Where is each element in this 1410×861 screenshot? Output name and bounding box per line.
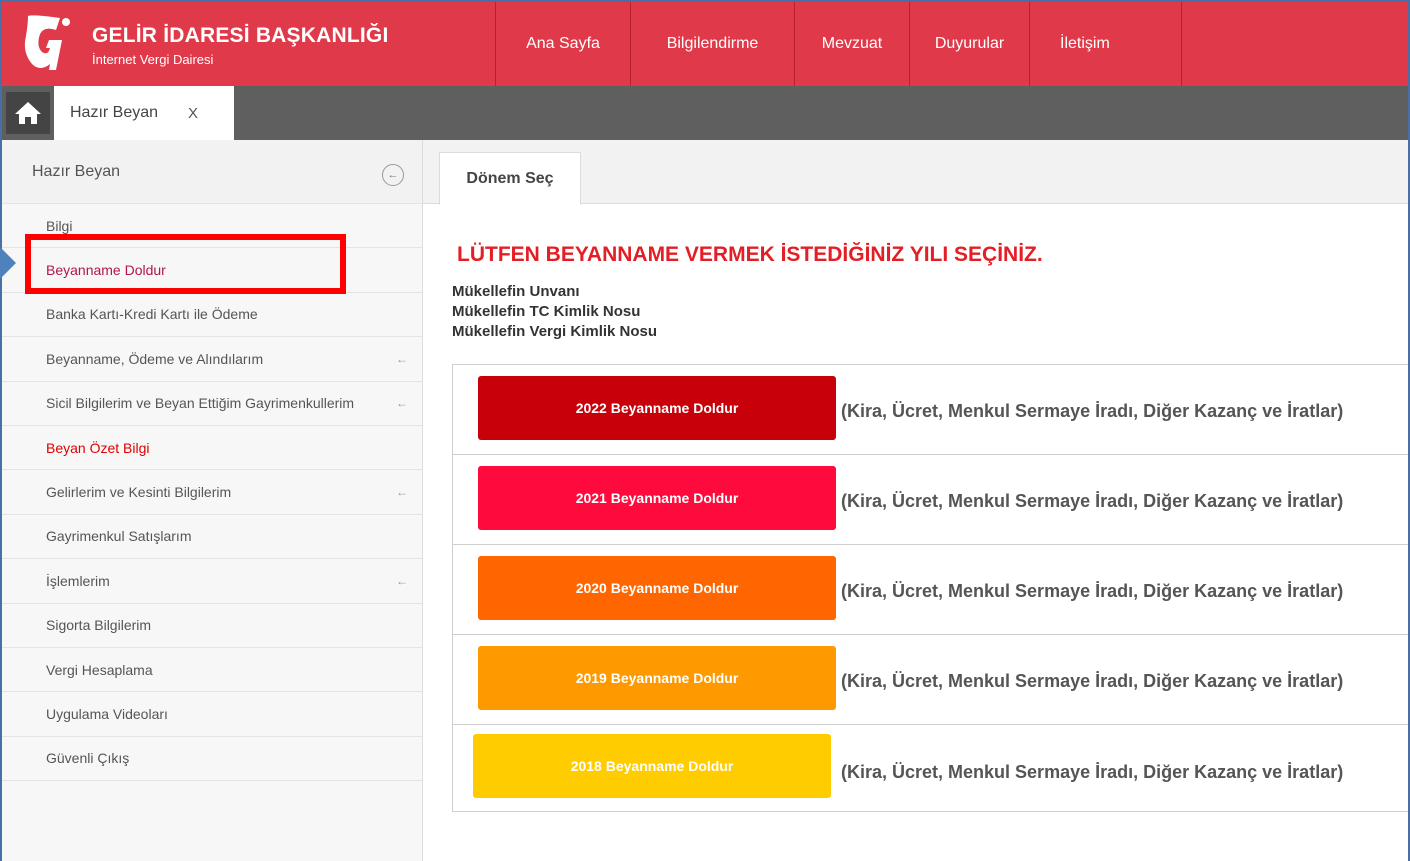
year-description: (Kira, Ücret, Menkul Sermaye İradı, Diğe… [841, 491, 1344, 511]
year-selection-table: 2022 Beyanname Doldur (Kira, Ücret, Menk… [452, 364, 1408, 812]
brand-title: GELİR İDARESİ BAŞKANLIĞI [92, 24, 389, 47]
brand-subtitle: İnternet Vergi Dairesi [92, 52, 214, 67]
year-2020-button[interactable]: 2020 Beyanname Doldur [478, 556, 836, 620]
sidebar-menu: Bilgi Beyanname Doldur Banka Kartı-Kredi… [2, 204, 422, 782]
sidebar-item-sicil[interactable]: Sicil Bilgilerim ve Beyan Ettiğim Gayrim… [2, 382, 422, 426]
year-description: (Kira, Ücret, Menkul Sermaye İradı, Diğe… [841, 762, 1344, 782]
year-2019-button[interactable]: 2019 Beyanname Doldur [478, 646, 836, 710]
tab-label: Hazır Beyan [70, 104, 159, 121]
home-icon [15, 102, 41, 124]
info-unvan: Mükellefin Unvanı [452, 283, 580, 300]
nav-ana-sayfa[interactable]: Ana Sayfa [495, 2, 630, 86]
nav-mevzuat[interactable]: Mevzuat [794, 2, 909, 86]
sidebar-item-alindilarim[interactable]: Beyanname, Ödeme ve Alındılarım ← [2, 337, 422, 382]
gib-logo-icon[interactable] [22, 12, 72, 74]
table-row: 2021 Beyanname Doldur (Kira, Ücret, Menk… [453, 455, 1408, 545]
top-nav: Ana Sayfa Bilgilendirme Mevzuat Duyurula… [495, 2, 1182, 86]
info-vkn: Mükellefin Vergi Kimlik Nosu [452, 323, 658, 340]
year-description: (Kira, Ücret, Menkul Sermaye İradı, Diğe… [841, 671, 1344, 691]
sidebar-item-islemlerim[interactable]: İşlemlerim ← [2, 559, 422, 604]
arrow-left-icon: ← [396, 573, 408, 588]
main-tabbar: Dönem Seç [423, 140, 1408, 205]
arrow-left-icon: ← [396, 396, 408, 411]
year-description: (Kira, Ücret, Menkul Sermaye İradı, Diğe… [841, 401, 1344, 421]
main-content: Dönem Seç LÜTFEN BEYANNAME VERMEK İSTEDİ… [423, 140, 1408, 861]
sidebar-item-sigorta[interactable]: Sigorta Bilgilerim [2, 604, 422, 648]
nav-bilgilendirme[interactable]: Bilgilendirme [630, 2, 794, 86]
sidebar-item-vergi-hesaplama[interactable]: Vergi Hesaplama [2, 648, 422, 693]
sidebar-header: Hazır Beyan ← [2, 140, 422, 204]
arrow-left-icon: ← [396, 485, 408, 500]
table-row: 2022 Beyanname Doldur (Kira, Ücret, Menk… [453, 365, 1408, 455]
sidebar-item-gayrimenkul[interactable]: Gayrimenkul Satışlarım [2, 515, 422, 560]
sidebar-item-bilgi[interactable]: Bilgi [2, 204, 422, 249]
info-tc: Mükellefin TC Kimlik Nosu [452, 303, 641, 320]
sidebar-item-videolar[interactable]: Uygulama Videoları [2, 692, 422, 737]
top-header: GELİR İDARESİ BAŞKANLIĞI İnternet Vergi … [2, 0, 1408, 86]
tab-strip: Hazır Beyan X [2, 86, 1408, 140]
nav-duyurular[interactable]: Duyurular [909, 2, 1029, 86]
year-2018-button[interactable]: 2018 Beyanname Doldur [473, 734, 831, 798]
home-button[interactable] [6, 92, 50, 134]
year-description: (Kira, Ücret, Menkul Sermaye İradı, Diğe… [841, 581, 1344, 601]
sidebar-item-odeme[interactable]: Banka Kartı-Kredi Kartı ile Ödeme [2, 293, 422, 338]
collapse-sidebar-icon[interactable]: ← [382, 164, 404, 186]
tab-hazir-beyan[interactable]: Hazır Beyan X [54, 86, 234, 140]
arrow-left-icon: ← [396, 351, 408, 366]
tab-donem-sec[interactable]: Dönem Seç [439, 152, 581, 205]
year-2021-button[interactable]: 2021 Beyanname Doldur [478, 466, 836, 530]
sidebar: Hazır Beyan ← Bilgi Beyanname Doldur Ban… [2, 140, 423, 861]
table-row: 2018 Beyanname Doldur (Kira, Ücret, Menk… [453, 725, 1408, 811]
close-tab-button[interactable]: X [188, 105, 198, 122]
sidebar-item-beyanname-doldur[interactable]: Beyanname Doldur [2, 248, 422, 293]
table-row: 2019 Beyanname Doldur (Kira, Ücret, Menk… [453, 635, 1408, 725]
sidebar-item-guvenli-cikis[interactable]: Güvenli Çıkış [2, 737, 422, 782]
sidebar-title: Hazır Beyan [32, 162, 121, 180]
year-2022-button[interactable]: 2022 Beyanname Doldur [478, 376, 836, 440]
sidebar-item-beyan-ozet[interactable]: Beyan Özet Bilgi [2, 426, 422, 471]
page-heading: LÜTFEN BEYANNAME VERMEK İSTEDİĞİNİZ YILI… [457, 243, 1043, 266]
nav-iletisim[interactable]: İletişim [1029, 2, 1182, 86]
sidebar-item-gelirlerim[interactable]: Gelirlerim ve Kesinti Bilgilerim ← [2, 470, 422, 515]
table-row: 2020 Beyanname Doldur (Kira, Ücret, Menk… [453, 545, 1408, 635]
